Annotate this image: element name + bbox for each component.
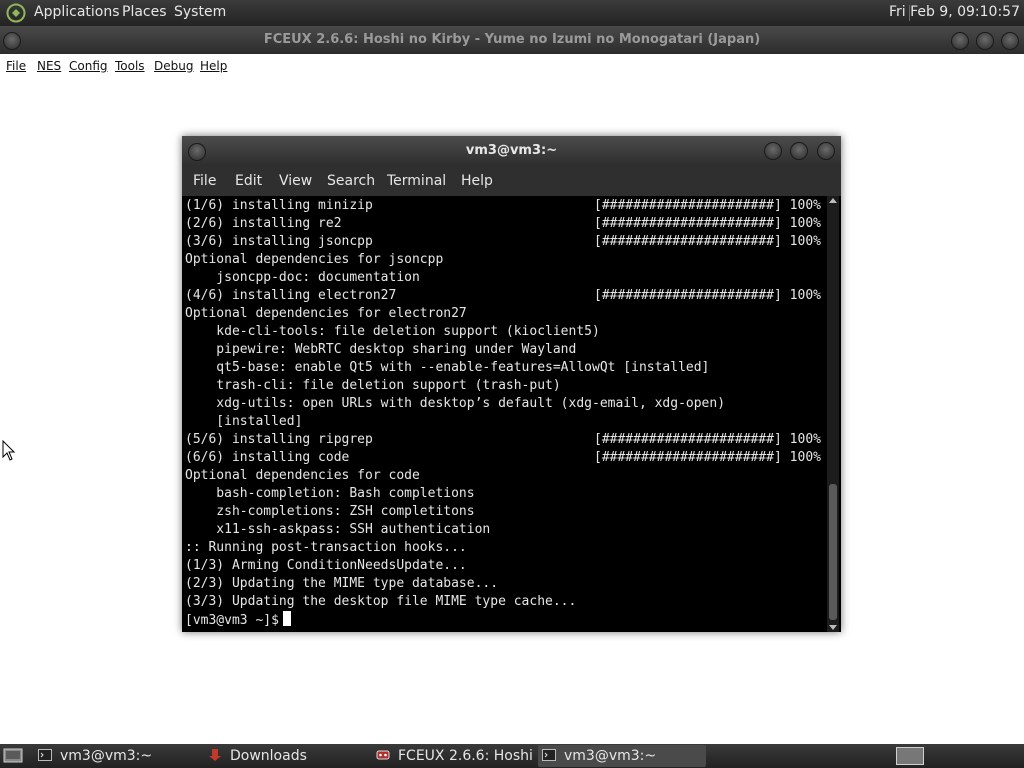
fceux-titlebar[interactable]: FCEUX 2.6.6: Hoshi no Kirby - Yume no Iz…: [0, 26, 1024, 54]
distro-logo-icon[interactable]: [6, 3, 26, 23]
taskbar-item-downloads[interactable]: Downloads: [204, 745, 364, 767]
taskbar-item-label: Downloads: [230, 748, 307, 764]
terminal-line: (2/6) installing re2: [185, 216, 342, 231]
terminal-prompt: [vm3@vm3 ~]$: [185, 613, 279, 628]
progress-bar-text: [######################] 100%: [594, 198, 821, 213]
fceux-menu-help[interactable]: Help: [200, 59, 227, 73]
fceux-menu-debug[interactable]: Debug: [154, 59, 193, 73]
scroll-down-arrow-icon[interactable]: [829, 625, 837, 630]
terminal-prompt-line[interactable]: [vm3@vm3 ~]$: [185, 611, 291, 630]
taskbar-item-label: FCEUX 2.6.6: Hoshi ...: [398, 748, 551, 764]
show-desktop-icon[interactable]: [3, 747, 23, 765]
terminal-line: (4/6) installing electron27: [185, 288, 397, 303]
clock[interactable]: Fri Feb 9, 09:10:57: [889, 0, 1020, 25]
terminal-line: (2/3) Updating the MIME type database...: [185, 576, 499, 591]
mouse-pointer-icon: [2, 440, 16, 461]
terminal-menu-terminal[interactable]: Terminal: [387, 173, 446, 189]
terminal-menu-edit[interactable]: Edit: [235, 173, 262, 189]
terminal-title: vm3@vm3:~: [465, 143, 558, 158]
maximize-button[interactable]: [976, 32, 994, 50]
terminal-close-button[interactable]: [817, 142, 835, 160]
terminal-line: Optional dependencies for electron27: [185, 306, 467, 321]
terminal-line: pipewire: WebRTC desktop sharing under W…: [185, 342, 577, 357]
taskbar-item-terminal-2[interactable]: vm3@vm3:~: [538, 745, 706, 767]
terminal-minimize-button[interactable]: [764, 142, 782, 160]
terminal-icon: [38, 749, 52, 761]
progress-bar-text: [######################] 100%: [594, 450, 821, 465]
bottom-panel: vm3@vm3:~ Downloads FCEUX 2.6.6: Hoshi .…: [0, 744, 1024, 768]
terminal-line: (1/6) installing minizip: [185, 198, 373, 213]
terminal-icon: [542, 749, 556, 761]
terminal-line: zsh-completions: ZSH completitons: [185, 504, 475, 519]
terminal-line: (6/6) installing code: [185, 450, 350, 465]
fceux-menu-config[interactable]: Config: [69, 59, 108, 73]
terminal-line: (1/3) Arming ConditionNeedsUpdate...: [185, 558, 467, 573]
terminal-line: (5/6) installing ripgrep: [185, 432, 373, 447]
fceux-menu-tools[interactable]: Tools: [115, 59, 145, 73]
taskbar-item-label: vm3@vm3:~: [564, 748, 657, 764]
terminal-maximize-button[interactable]: [790, 142, 808, 160]
places-menu[interactable]: Places: [122, 0, 167, 26]
taskbar-item-terminal-1[interactable]: vm3@vm3:~: [34, 745, 200, 767]
terminal-menu-file[interactable]: File: [193, 173, 216, 189]
scrollbar-thumb[interactable]: [829, 484, 837, 620]
workspace-switcher[interactable]: [896, 747, 924, 765]
terminal-line: jsoncpp-doc: documentation: [185, 270, 420, 285]
terminal-menu-search[interactable]: Search: [327, 173, 375, 189]
terminal-line: (3/6) installing jsoncpp: [185, 234, 373, 249]
taskbar-item-label: vm3@vm3:~: [60, 748, 153, 764]
scroll-up-arrow-icon[interactable]: [829, 198, 837, 203]
applications-menu[interactable]: Applications: [34, 0, 120, 26]
system-menu[interactable]: System: [174, 0, 226, 26]
terminal-line: [installed]: [185, 414, 303, 429]
terminal-titlebar[interactable]: vm3@vm3:~: [182, 136, 841, 166]
terminal-line: qt5-base: enable Qt5 with --enable-featu…: [185, 360, 710, 375]
close-button[interactable]: [1001, 32, 1019, 50]
progress-bar-text: [######################] 100%: [594, 216, 821, 231]
fceux-icon: [376, 750, 390, 760]
terminal-line: :: Running post-transaction hooks...: [185, 540, 467, 555]
taskbar-item-fceux[interactable]: FCEUX 2.6.6: Hoshi ...: [372, 745, 551, 767]
progress-bar-text: [######################] 100%: [594, 234, 821, 249]
terminal-line: Optional dependencies for code: [185, 468, 420, 483]
terminal-window[interactable]: vm3@vm3:~ File Edit View Search Terminal…: [182, 136, 841, 632]
terminal-menu-help[interactable]: Help: [461, 173, 493, 189]
terminal-line: bash-completion: Bash completions: [185, 486, 475, 501]
fceux-menu-nes[interactable]: NES: [37, 59, 61, 73]
terminal-line: Optional dependencies for jsoncpp: [185, 252, 444, 267]
fceux-window-title: FCEUX 2.6.6: Hoshi no Kirby - Yume no Iz…: [263, 32, 761, 47]
terminal-menu-view[interactable]: View: [279, 173, 312, 189]
top-panel: Applications Places System Fri Feb 9, 09…: [0, 0, 1024, 26]
terminal-scrollbar[interactable]: [827, 196, 839, 632]
fceux-menubar: File NES Config Tools Debug Help: [0, 54, 1024, 78]
terminal-line: xdg-utils: open URLs with desktop’s defa…: [185, 396, 726, 411]
terminal-cursor: [282, 611, 291, 626]
terminal-menubar: File Edit View Search Terminal Help: [182, 166, 841, 196]
terminal-output[interactable]: [vm3@vm3 ~]$ (1/6) installing minizip [##…: [185, 196, 825, 632]
fceux-menu-file[interactable]: File: [6, 59, 26, 73]
folder-icon: [209, 749, 221, 761]
minimize-button[interactable]: [951, 32, 969, 50]
terminal-line: trash-cli: file deletion support (trash-…: [185, 378, 561, 393]
terminal-line: x11-ssh-askpass: SSH authentication: [185, 522, 491, 537]
progress-bar-text: [######################] 100%: [594, 288, 821, 303]
progress-bar-text: [######################] 100%: [594, 432, 821, 447]
terminal-line: (3/3) Updating the desktop file MIME typ…: [185, 594, 577, 609]
terminal-line: kde-cli-tools: file deletion support (ki…: [185, 324, 600, 339]
